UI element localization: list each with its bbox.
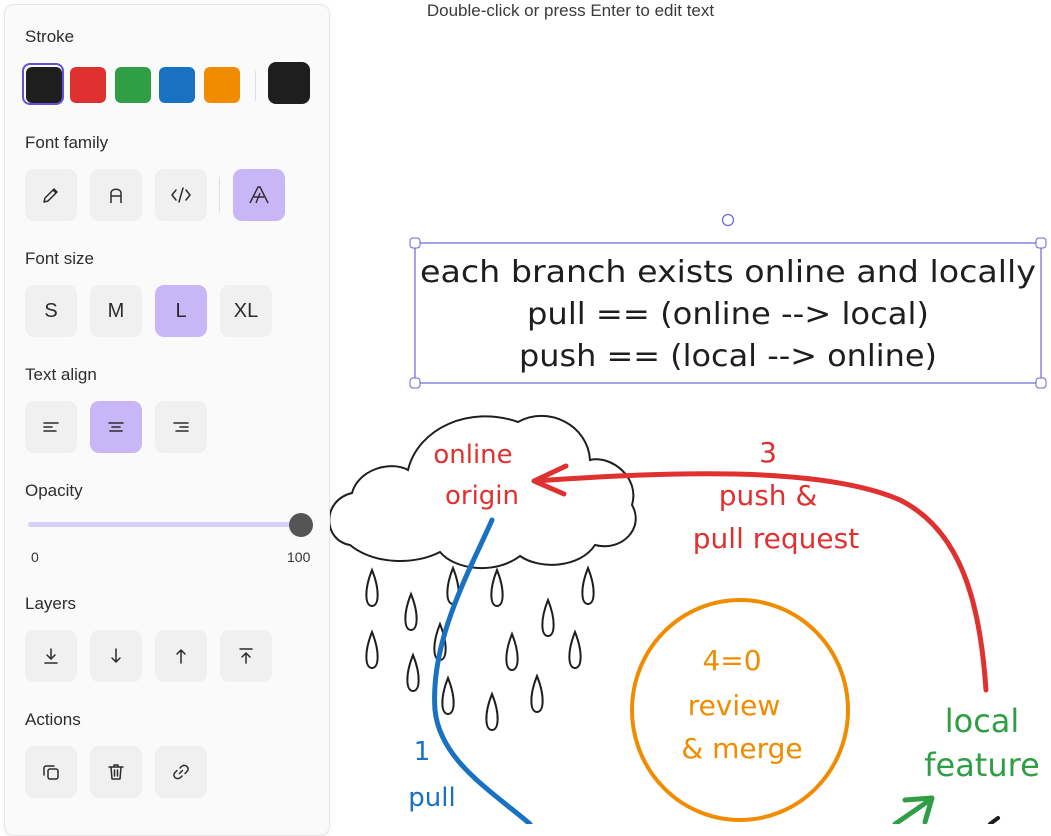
link-icon (173, 764, 189, 780)
resize-handle-se (1035, 377, 1047, 389)
align-right-button[interactable] (155, 401, 207, 453)
step4-number: 4=0 (702, 644, 761, 677)
color-swatch-black[interactable] (26, 67, 62, 103)
duplicate-button[interactable] (25, 746, 77, 798)
send-backward-button[interactable] (90, 630, 142, 682)
step3-label-2: pull request (693, 522, 859, 555)
step1-label: pull (408, 783, 455, 813)
font-size-m-button[interactable]: M (90, 285, 142, 337)
text-line-2: pull == (online --> local) (527, 297, 929, 332)
color-swatch-red[interactable] (70, 67, 106, 103)
align-right-icon (173, 422, 189, 432)
cloud-label-online: online (433, 440, 512, 470)
step3-number: 3 (759, 436, 777, 469)
font-size-label: Font size (25, 249, 94, 268)
opacity-slider-thumb[interactable] (289, 513, 313, 537)
font-hand-drawn-button[interactable] (25, 169, 77, 221)
send-to-back-button[interactable] (25, 630, 77, 682)
send-to-back-icon (44, 648, 58, 664)
bring-to-front-icon (239, 648, 253, 664)
delete-button[interactable] (90, 746, 142, 798)
align-center-icon (108, 422, 124, 432)
font-code-button[interactable] (155, 169, 207, 221)
rotate-handle (721, 213, 735, 227)
actions-label: Actions (25, 710, 81, 729)
opacity-slider-track[interactable] (28, 522, 300, 527)
current-color-picker[interactable] (268, 62, 310, 104)
color-swatch-orange[interactable] (204, 67, 240, 103)
stroke-label: Stroke (25, 27, 75, 46)
text-line-1: each branch exists online and locally (420, 255, 1036, 290)
layers-label: Layers (25, 594, 77, 613)
text-line-3: push == (local --> online) (519, 339, 937, 374)
feature-label: feature (924, 746, 1040, 784)
trash-icon (108, 764, 124, 780)
code-icon (171, 187, 191, 203)
step4-label-2: & merge (681, 732, 802, 765)
font-custom-button[interactable] (233, 169, 285, 221)
properties-panel: Stroke Font family Font size S M L XL Te… (4, 4, 330, 836)
step4-label-1: review (688, 689, 781, 722)
outline-a-icon (249, 186, 269, 204)
duplicate-icon (43, 765, 59, 780)
align-left-icon (43, 422, 59, 432)
bring-to-front-button[interactable] (220, 630, 272, 682)
color-swatch-blue[interactable] (159, 67, 195, 103)
arrow-up-icon (176, 649, 186, 664)
font-size-s-button[interactable]: S (25, 285, 77, 337)
align-center-button[interactable] (90, 401, 142, 453)
opacity-min-label: 0 (31, 549, 39, 565)
bring-forward-button[interactable] (155, 630, 207, 682)
opacity-max-label: 100 (287, 549, 311, 565)
opacity-label: Opacity (25, 481, 83, 500)
font-size-xl-button[interactable]: XL (220, 285, 272, 337)
font-family-label: Font family (25, 133, 109, 152)
rain-drops (365, 565, 595, 732)
letter-a-icon (110, 188, 122, 203)
resize-handle-sw (409, 377, 421, 389)
link-button[interactable] (155, 746, 207, 798)
stroke-divider (255, 71, 256, 101)
font-normal-button[interactable] (90, 169, 142, 221)
cloud-label-origin: origin (445, 481, 519, 511)
step1-number: 1 (414, 737, 431, 767)
black-stroke-fragment (988, 816, 1000, 824)
font-size-l-button[interactable]: L (155, 285, 207, 337)
step3-label-1: push & (719, 479, 818, 512)
selected-text-element[interactable]: each branch exists online and locally pu… (409, 213, 1047, 389)
color-swatch-green[interactable] (115, 67, 151, 103)
pencil-icon (43, 188, 58, 203)
resize-handle-ne (1035, 237, 1047, 249)
resize-handle-nw (409, 237, 421, 249)
local-label: local (945, 702, 1020, 740)
align-left-button[interactable] (25, 401, 77, 453)
font-divider (219, 177, 220, 213)
pull-arrow-line (432, 517, 533, 824)
text-align-label: Text align (25, 365, 97, 384)
arrow-down-icon (111, 648, 121, 663)
